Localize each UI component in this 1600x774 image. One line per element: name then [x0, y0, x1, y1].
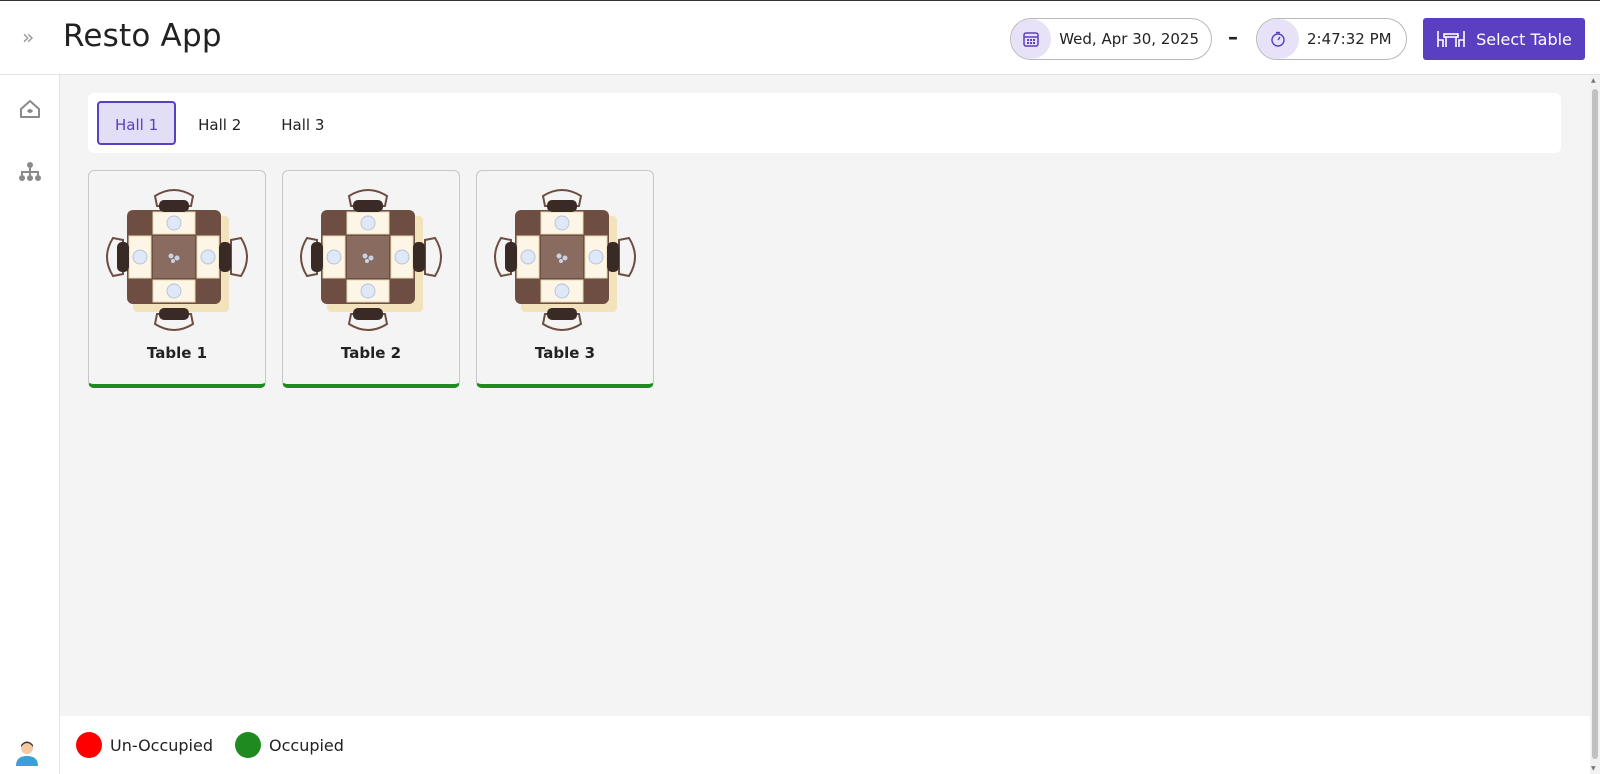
- legend-label: Un-Occupied: [110, 735, 213, 755]
- tab-hall-1[interactable]: Hall 1: [97, 101, 177, 145]
- date-picker[interactable]: Wed, Apr 30, 2025: [1010, 18, 1212, 60]
- occupied-dot: [235, 732, 261, 758]
- user-avatar-icon[interactable]: [14, 738, 40, 766]
- time-value: 2:47:32 PM: [1307, 30, 1392, 48]
- table-illustration-icon: [106, 189, 248, 331]
- legend-occupied: Occupied: [235, 732, 344, 758]
- date-value: Wed, Apr 30, 2025: [1059, 30, 1199, 48]
- home-icon[interactable]: [18, 97, 42, 121]
- status-legend: Un-Occupied Occupied: [60, 716, 1590, 774]
- date-time-separator: –: [1228, 25, 1238, 49]
- legend-unoccupied: Un-Occupied: [76, 732, 213, 758]
- table-label: Table 3: [534, 344, 596, 362]
- table-chairs-icon: [1437, 31, 1465, 47]
- scroll-down-icon[interactable]: ▼: [1591, 765, 1596, 772]
- select-table-label: Select Table: [1476, 29, 1572, 49]
- legend-label: Occupied: [269, 735, 344, 755]
- stopwatch-icon: [1257, 19, 1299, 59]
- scrollbar-thumb[interactable]: [1592, 89, 1598, 759]
- scroll-up-icon[interactable]: ▲: [1591, 77, 1596, 84]
- table-label: Table 2: [340, 344, 402, 362]
- table-illustration-icon: [300, 189, 442, 331]
- table-illustration-icon: [494, 189, 636, 331]
- table-card-1[interactable]: Table 1: [88, 170, 266, 388]
- time-picker[interactable]: 2:47:32 PM: [1256, 18, 1407, 60]
- app-title: Resto App: [63, 18, 222, 54]
- tab-hall-2[interactable]: Hall 2: [180, 101, 259, 145]
- table-label: Table 1: [146, 344, 208, 362]
- unoccupied-dot: [76, 732, 102, 758]
- expand-sidebar-icon[interactable]: »: [22, 27, 44, 49]
- hierarchy-icon[interactable]: [18, 160, 42, 184]
- top-bar: » Resto App Wed, Apr 30, 2025 – 2:47:32 …: [0, 0, 1600, 75]
- select-table-button[interactable]: Select Table: [1423, 18, 1585, 60]
- calendar-icon: [1011, 19, 1052, 59]
- sidebar: [0, 75, 60, 774]
- scrollbar[interactable]: ▲ ▼: [1590, 75, 1600, 774]
- hall-tabs: Hall 1 Hall 2 Hall 3: [88, 93, 1561, 153]
- tab-hall-3[interactable]: Hall 3: [263, 101, 342, 145]
- table-card-2[interactable]: Table 2: [282, 170, 460, 388]
- table-card-3[interactable]: Table 3: [476, 170, 654, 388]
